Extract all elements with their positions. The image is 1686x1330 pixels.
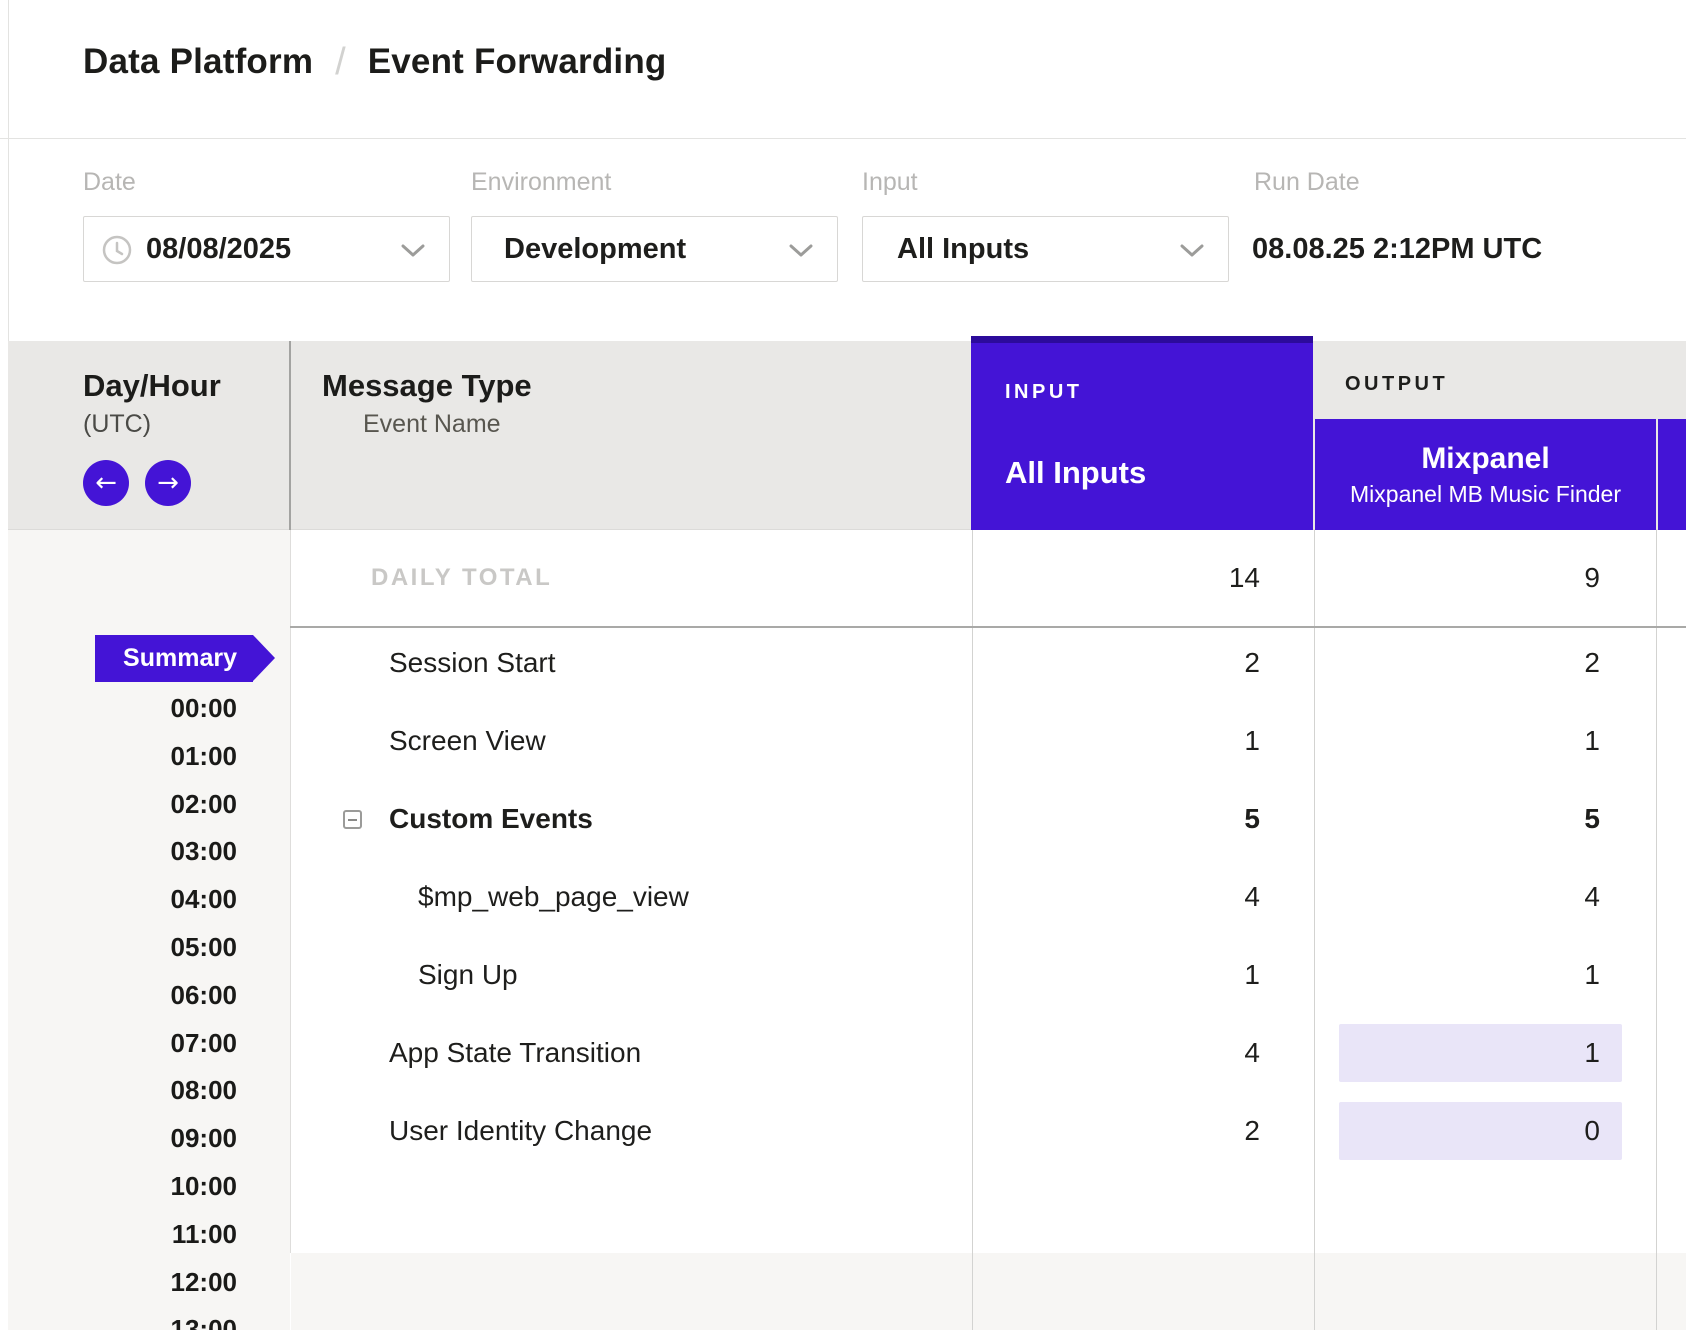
time-label[interactable]: 02:00: [8, 789, 237, 819]
output-value: 4: [1314, 858, 1600, 936]
output-value: 1: [1339, 1024, 1622, 1082]
input-value: 1: [972, 936, 1260, 1014]
message-rows: Session Start 2 2 Screen View 1 1 Custom…: [290, 0, 1686, 1330]
time-label[interactable]: 09:00: [8, 1123, 237, 1153]
prev-day-button[interactable]: ←: [83, 460, 129, 506]
time-label[interactable]: 04:00: [8, 884, 237, 914]
time-label[interactable]: 03:00: [8, 836, 237, 866]
input-value: 4: [972, 1014, 1260, 1092]
date-value: 08/08/2025: [146, 233, 291, 266]
row-label: Session Start: [389, 624, 556, 702]
row-label: User Identity Change: [389, 1092, 652, 1170]
table-row: Screen View 1 1: [290, 702, 1686, 780]
clock-icon: [102, 235, 132, 265]
output-value: 2: [1314, 624, 1600, 702]
time-sidebar: Summary 00:00 01:00 02:00 03:00 04:00 05:00 06…: [8, 530, 290, 1330]
date-filter-label: Date: [83, 168, 136, 197]
summary-flag-label: Summary: [95, 635, 253, 682]
output-value: 0: [1339, 1102, 1622, 1160]
row-label: Sign Up: [418, 936, 518, 1014]
summary-flag-arrow-icon: [253, 635, 275, 681]
day-hour-header: Day/Hour: [83, 368, 221, 404]
time-label[interactable]: 06:00: [8, 980, 237, 1010]
breadcrumb-section[interactable]: Data Platform: [83, 42, 313, 82]
input-value: 2: [972, 1092, 1260, 1170]
next-day-button[interactable]: →: [145, 460, 191, 506]
table-row: App State Transition 4 1: [290, 1014, 1686, 1092]
time-label[interactable]: 10:00: [8, 1171, 237, 1201]
table-row: $mp_web_page_view 4 4: [290, 858, 1686, 936]
summary-flag[interactable]: Summary: [95, 635, 275, 682]
table-row: Custom Events 5 5: [290, 780, 1686, 858]
day-hour-subtitle: (UTC): [83, 410, 151, 439]
output-value: 1: [1314, 936, 1600, 1014]
input-value: 2: [972, 624, 1260, 702]
row-label: $mp_web_page_view: [418, 858, 689, 936]
event-forwarding-page: Data Platform / Event Forwarding Date 08…: [0, 0, 1686, 1330]
time-label[interactable]: 12:00: [8, 1267, 237, 1297]
time-label[interactable]: 01:00: [8, 741, 237, 771]
table-row: Session Start 2 2: [290, 624, 1686, 702]
time-label[interactable]: 13:00: [8, 1314, 237, 1330]
input-value: 1: [972, 702, 1260, 780]
input-value: 4: [972, 858, 1260, 936]
input-value: 5: [972, 780, 1260, 858]
time-label[interactable]: 08:00: [8, 1075, 237, 1105]
output-value: 5: [1314, 780, 1600, 858]
table-row: Sign Up 1 1: [290, 936, 1686, 1014]
row-label: App State Transition: [389, 1014, 641, 1092]
time-label[interactable]: 11:00: [8, 1219, 237, 1249]
table-row: User Identity Change 2 0: [290, 1092, 1686, 1170]
row-label: Custom Events: [389, 780, 593, 858]
time-label[interactable]: 00:00: [8, 693, 237, 723]
output-value: 1: [1314, 702, 1600, 780]
collapse-minus-icon[interactable]: [343, 810, 362, 829]
row-label: Screen View: [389, 702, 546, 780]
time-label[interactable]: 05:00: [8, 932, 237, 962]
time-label[interactable]: 07:00: [8, 1028, 237, 1058]
